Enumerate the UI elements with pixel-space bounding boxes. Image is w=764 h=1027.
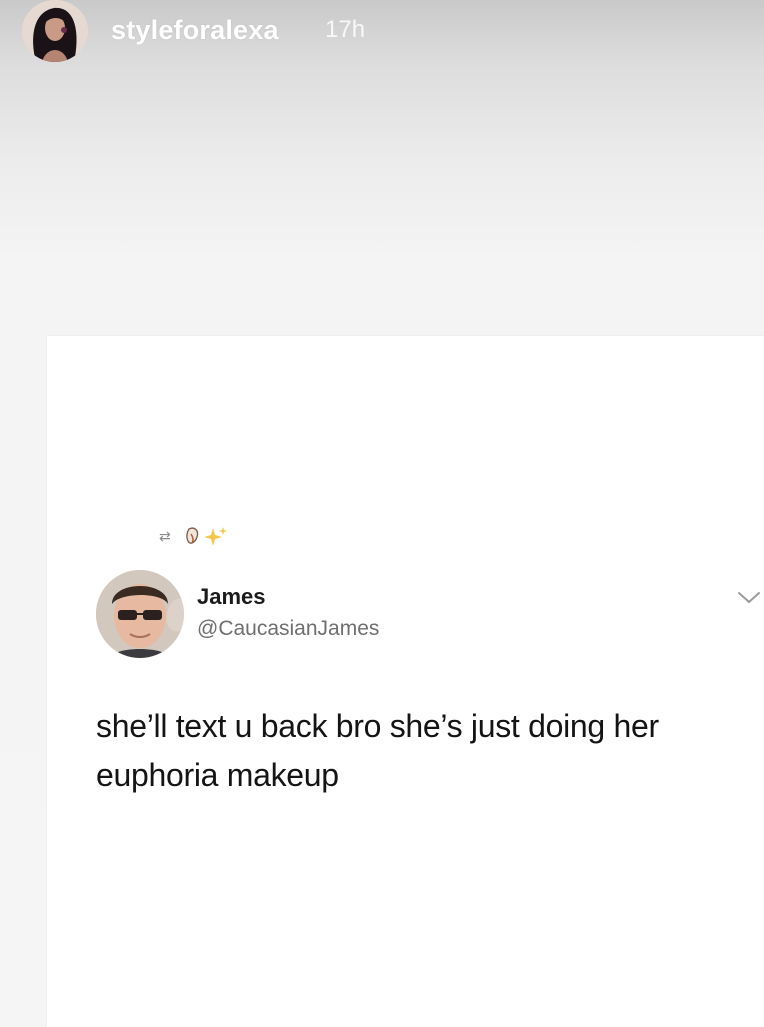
- tweet-text: she’ll text u back bro she’s just doing …: [96, 708, 659, 793]
- sparkles-emoji-icon: [185, 525, 229, 549]
- story-avatar[interactable]: [22, 0, 88, 62]
- tweet-avatar[interactable]: [96, 570, 184, 658]
- story-header: styleforalexa 17h: [0, 0, 764, 70]
- retweet-icon: ⇄: [159, 529, 171, 545]
- story-username[interactable]: styleforalexa: [111, 15, 279, 46]
- story-timestamp: 17h: [325, 16, 366, 43]
- tweet-author-handle[interactable]: @CaucasianJames: [197, 617, 379, 641]
- social-context: ⇄: [159, 524, 229, 550]
- tweet-card: ⇄ James @CaucasianJames she’ll text u ba…: [47, 336, 764, 1027]
- chevron-down-icon[interactable]: [737, 588, 761, 606]
- profile-photo-icon: [22, 0, 88, 62]
- author-photo-icon: [96, 570, 184, 658]
- tweet-author-name[interactable]: James: [197, 584, 266, 610]
